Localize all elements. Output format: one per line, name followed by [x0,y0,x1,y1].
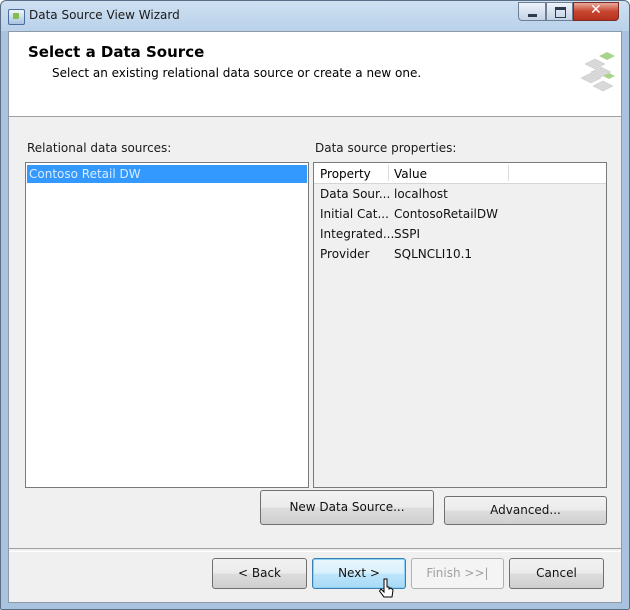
title-bar[interactable]: Data Source View Wizard ✕ [1,1,629,31]
app-icon[interactable] [8,9,25,25]
value-cell: SQLNCLI10.1 [394,247,473,261]
property-cell: Initial Cat... [320,207,389,221]
footer-divider [9,548,621,552]
new-data-source-button[interactable]: New Data Source... [260,490,434,525]
table-row[interactable]: Initial Cat... ContosoRetailDW [314,204,606,224]
grid-header: Property Value [314,163,606,184]
minimize-icon [528,14,537,17]
mouse-cursor-icon [378,578,394,598]
property-cell: Integrated... [320,227,395,241]
relational-data-sources-list[interactable]: Contoso Retail DW [25,162,309,488]
back-button[interactable]: < Back [212,558,307,589]
maximize-button[interactable] [546,2,573,21]
wizard-window: Data Source View Wizard ✕ Select a Data … [0,0,630,610]
data-source-properties-grid[interactable]: Property Value Data Sour... localhost In… [313,162,607,488]
column-header-value[interactable]: Value [394,167,427,181]
wizard-body: Select a Data Source Select an existing … [8,31,622,603]
finish-button[interactable]: Finish >>| [411,558,504,589]
table-row[interactable]: Provider SQLNCLI10.1 [314,244,606,264]
value-cell: SSPI [394,227,421,241]
table-row[interactable]: Data Sour... localhost [314,184,606,204]
property-cell: Data Sour... [320,187,391,201]
window-title: Data Source View Wizard [29,8,180,22]
cancel-button[interactable]: Cancel [509,558,604,589]
data-source-properties-label: Data source properties: [315,141,457,155]
list-item[interactable]: Contoso Retail DW [27,165,307,183]
minimize-button[interactable] [518,2,546,21]
close-icon: ✕ [590,2,602,18]
page-title: Select a Data Source [28,43,205,61]
page-subtitle: Select an existing relational data sourc… [52,66,422,80]
column-divider[interactable] [388,165,389,181]
advanced-button[interactable]: Advanced... [444,496,607,525]
value-cell: localhost [394,187,448,201]
value-cell: ContosoRetailDW [394,207,498,221]
close-button[interactable]: ✕ [573,2,619,21]
maximize-icon [555,7,566,18]
column-header-property[interactable]: Property [320,167,371,181]
wizard-header: Select a Data Source Select an existing … [9,32,621,117]
wizard-graphic-icon [580,52,615,92]
relational-data-sources-label: Relational data sources: [27,141,172,155]
property-cell: Provider [320,247,370,261]
column-divider[interactable] [508,165,509,181]
table-row[interactable]: Integrated... SSPI [314,224,606,244]
